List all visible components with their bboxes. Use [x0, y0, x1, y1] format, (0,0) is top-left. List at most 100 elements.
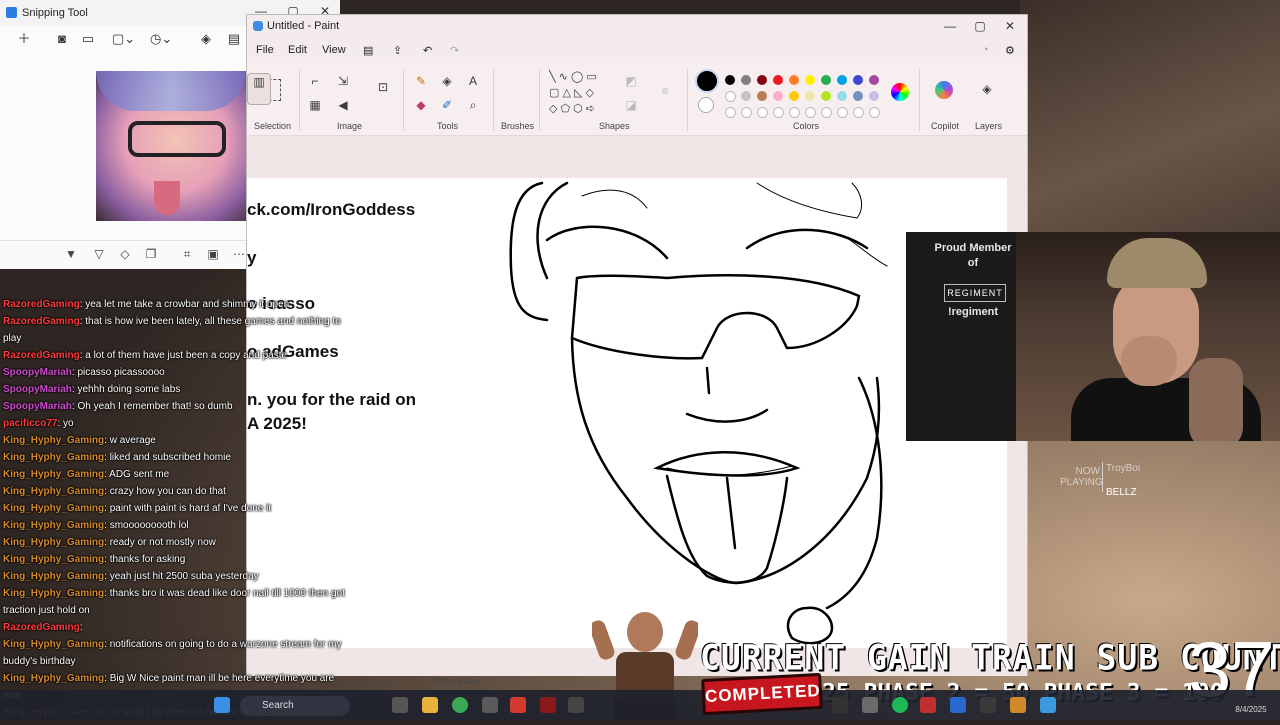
custom-color-slot[interactable] [789, 107, 800, 118]
app-icon[interactable] [482, 697, 498, 713]
color-swatch[interactable] [773, 75, 783, 85]
color-swatch[interactable] [853, 91, 863, 101]
menu-file[interactable]: File [256, 44, 274, 56]
custom-color-slot[interactable] [805, 107, 816, 118]
app-icon[interactable] [950, 697, 966, 713]
paint-minimize-button[interactable]: — [935, 17, 965, 35]
color-swatch[interactable] [725, 75, 735, 85]
redo-icon[interactable]: ↷ [450, 44, 459, 57]
chat-username[interactable]: RazoredGaming [3, 350, 80, 361]
color-swatch[interactable] [725, 91, 736, 102]
color-swatch[interactable] [805, 91, 815, 101]
highlighter-icon[interactable]: ▽ [90, 247, 108, 263]
start-icon[interactable] [214, 697, 230, 713]
eraser-icon[interactable]: ◇ [116, 247, 134, 263]
shapes-gallery[interactable]: ╲ ∿ ◯ ▭ [549, 69, 609, 85]
custom-color-slot[interactable] [821, 107, 832, 118]
share-icon[interactable]: ⇪ [393, 44, 402, 57]
menu-edit[interactable]: Edit [288, 44, 307, 56]
pencil-icon[interactable]: ✎ [413, 73, 429, 89]
app-icon[interactable] [920, 697, 936, 713]
copilot-icon[interactable] [935, 81, 953, 99]
chat-username[interactable]: King_Hyphy_Gaming [3, 503, 104, 514]
color-swatch[interactable] [789, 91, 799, 101]
chat-username[interactable]: RazoredGaming [3, 316, 80, 327]
undo-icon[interactable]: ↶ [423, 44, 432, 57]
menu-view[interactable]: View [322, 44, 346, 56]
color-swatch[interactable] [789, 75, 799, 85]
chat-username[interactable]: King_Hyphy_Gaming [3, 469, 104, 480]
chat-username[interactable]: King_Hyphy_Gaming [3, 435, 104, 446]
chat-username[interactable]: SpoopyMariah [3, 401, 72, 412]
snip-mode-button[interactable]: ▢⌄ [112, 30, 135, 48]
custom-color-slot[interactable] [773, 107, 784, 118]
outline-icon[interactable]: ◩ [623, 73, 639, 89]
color-swatch[interactable] [821, 91, 831, 101]
crop-icon[interactable]: ⌗ [178, 247, 196, 263]
custom-color-slot[interactable] [853, 107, 864, 118]
shapes-gallery-row3[interactable]: ◇ ⬠ ⬡ ➪ [549, 101, 609, 117]
edit-button[interactable]: ◈ [196, 30, 216, 48]
new-snip-button[interactable]: ＋ [14, 30, 34, 48]
chat-username[interactable]: RazoredGaming [3, 622, 80, 633]
background-removal-icon[interactable]: ▦ [307, 97, 323, 113]
pen-icon[interactable]: ▼ [62, 247, 80, 263]
resize-icon[interactable]: ⇲ [335, 73, 351, 89]
edit-colors-icon[interactable] [891, 83, 909, 101]
color-swatch[interactable] [757, 75, 767, 85]
spotify-icon[interactable] [892, 697, 908, 713]
chrome-icon[interactable] [452, 697, 468, 713]
delay-button[interactable]: ◷⌄ [150, 30, 172, 48]
shapes-gallery-row2[interactable]: ▢ △ ◺ ◇ [549, 85, 609, 101]
custom-color-slot[interactable] [725, 107, 736, 118]
save-icon[interactable]: ▤ [363, 44, 373, 57]
chat-username[interactable]: King_Hyphy_Gaming [3, 537, 104, 548]
paint-taskbar-icon[interactable] [1040, 697, 1056, 713]
chat-username[interactable]: King_Hyphy_Gaming [3, 486, 104, 497]
taskbar-search[interactable]: Search [240, 696, 350, 716]
color-swatch[interactable] [853, 75, 863, 85]
layers-icon[interactable]: ◈ [979, 81, 995, 97]
app-icon[interactable] [568, 697, 584, 713]
camera-icon[interactable]: ◙ [52, 30, 72, 48]
custom-color-slot[interactable] [741, 107, 752, 118]
custom-color-slot[interactable] [869, 107, 880, 118]
shape-fill-icon[interactable]: ◪ [623, 97, 639, 113]
save-icon[interactable]: ▤ [224, 30, 244, 48]
chat-username[interactable]: King_Hyphy_Gaming [3, 520, 104, 531]
image-select-icon[interactable]: ⊡ [375, 79, 391, 95]
size-icon[interactable]: ≡ [657, 83, 673, 99]
color-swatch[interactable] [741, 91, 751, 101]
video-icon[interactable]: ▭ [78, 30, 98, 48]
app-icon[interactable] [980, 697, 996, 713]
magnifier-icon[interactable]: ⌕ [465, 97, 481, 113]
chat-username[interactable]: King_Hyphy_Gaming [3, 452, 104, 463]
color-swatch[interactable] [837, 91, 847, 101]
custom-color-slot[interactable] [757, 107, 768, 118]
filezilla-icon[interactable] [510, 697, 526, 713]
chat-username[interactable]: pacificco77 [3, 418, 57, 429]
color-swatch[interactable] [821, 75, 831, 85]
chat-username[interactable]: King_Hyphy_Gaming [3, 639, 104, 650]
color-picker-icon[interactable]: ✐ [439, 97, 455, 113]
custom-color-slot[interactable] [837, 107, 848, 118]
chat-username[interactable]: King_Hyphy_Gaming [3, 673, 104, 684]
crop-icon[interactable]: ⌐ [307, 73, 323, 89]
color-swatch[interactable] [741, 75, 751, 85]
text-icon[interactable]: A [465, 73, 481, 89]
paint-maximize-button[interactable]: ▢ [965, 17, 995, 35]
copy-icon[interactable]: ❐ [142, 247, 160, 263]
chat-username[interactable]: SpoopyMariah [3, 384, 72, 395]
eraser-icon[interactable]: ◆ [413, 97, 429, 113]
app-icon[interactable] [862, 697, 878, 713]
app-icon[interactable] [832, 697, 848, 713]
color-swatch[interactable] [757, 91, 767, 101]
color-swatch[interactable] [869, 91, 879, 101]
fill-icon[interactable]: ◈ [439, 73, 455, 89]
settings-icon[interactable]: ⚙ [1005, 44, 1015, 57]
app-icon[interactable] [1010, 697, 1026, 713]
rotate-icon[interactable]: ◀ [335, 97, 351, 113]
app-r-icon[interactable] [540, 697, 556, 713]
account-icon[interactable]: ◔ [982, 44, 989, 56]
color-swatch[interactable] [837, 75, 847, 85]
